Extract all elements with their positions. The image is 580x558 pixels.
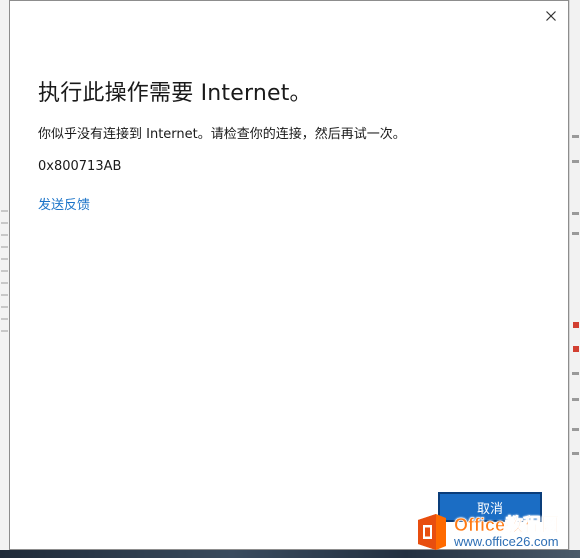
dialog-title: 执行此操作需要 Internet。 <box>38 81 312 106</box>
close-button[interactable] <box>540 5 562 27</box>
office-logo-icon <box>418 514 446 550</box>
watermark-title: Office教程网 <box>454 514 560 535</box>
send-feedback-link[interactable]: 发送反馈 <box>38 194 90 213</box>
background-window-right-edge <box>569 0 580 558</box>
screen: 执行此操作需要 Internet。 你似乎没有连接到 Internet。请检查你… <box>0 0 580 558</box>
watermark-url: www.office26.com <box>454 533 559 549</box>
error-dialog: 执行此操作需要 Internet。 你似乎没有连接到 Internet。请检查你… <box>9 0 569 550</box>
close-icon <box>546 11 556 21</box>
watermark: Office教程网 www.office26.com <box>412 509 578 555</box>
error-code: 0x800713AB <box>38 159 122 174</box>
dialog-message: 你似乎没有连接到 Internet。请检查你的连接，然后再试一次。 <box>38 127 406 142</box>
